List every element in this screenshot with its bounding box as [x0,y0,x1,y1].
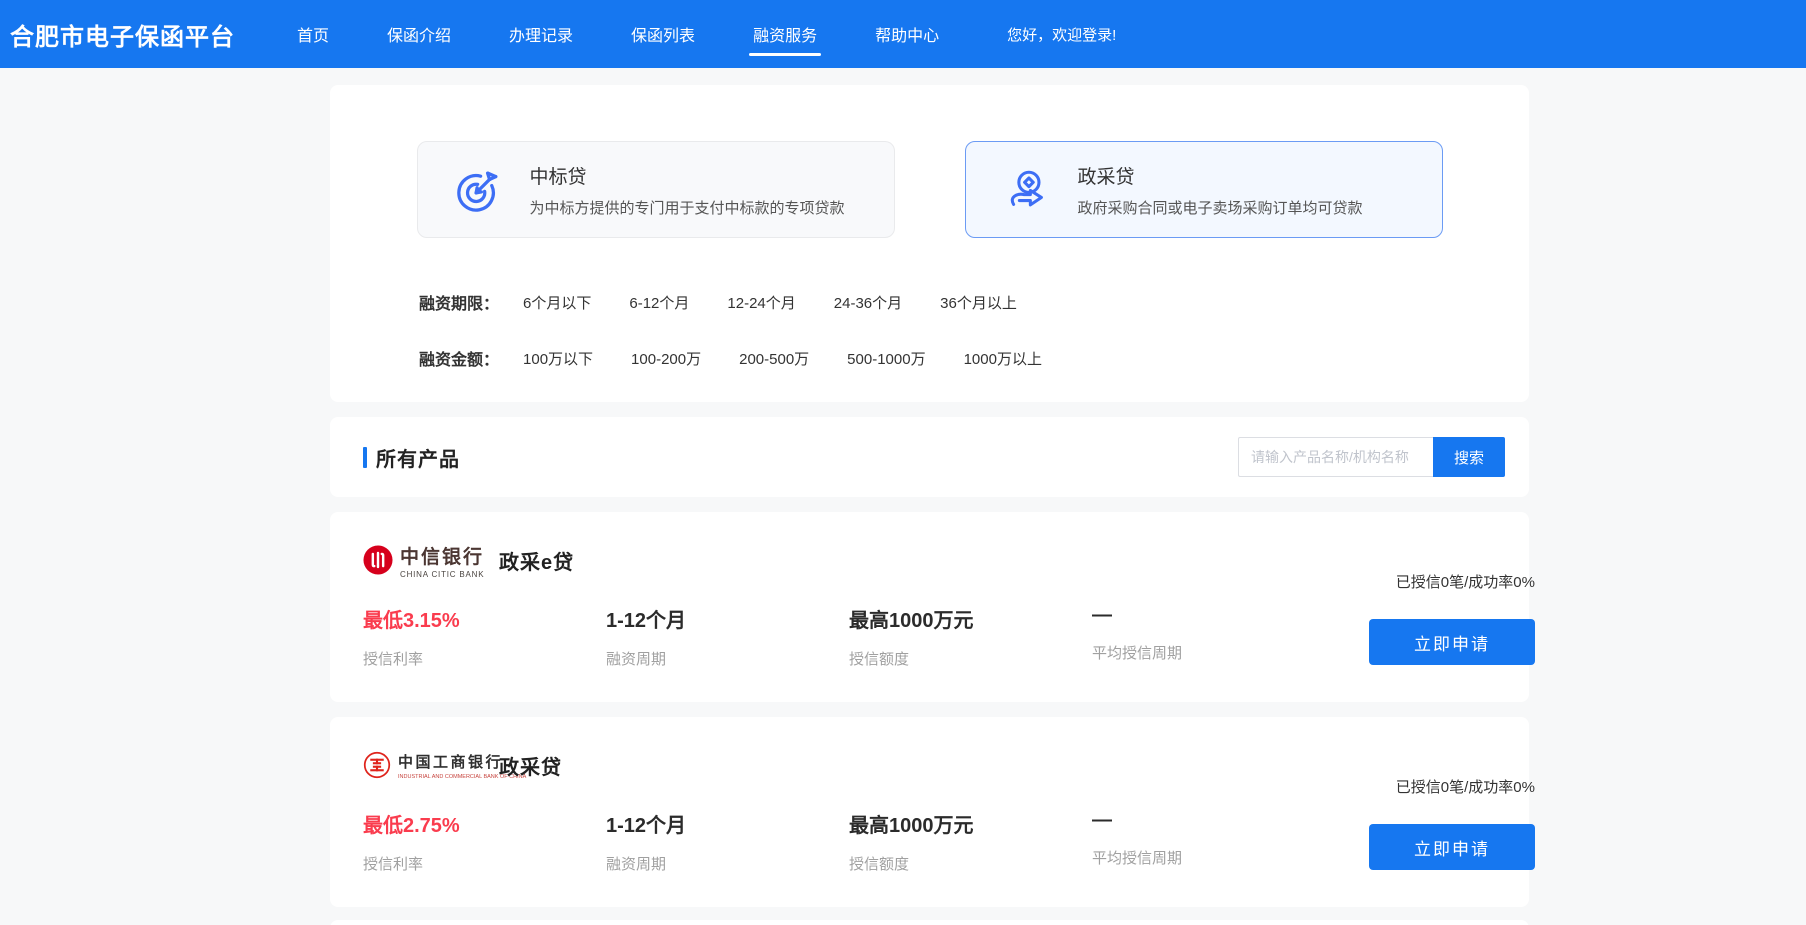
product-card-icbc: 中国工商银行 INDUSTRIAL AND COMMERCIAL BANK OF… [330,717,1529,907]
bank-text: 中信银行 CHINA CITIC BANK [400,542,484,579]
filter-option-term-4[interactable]: 24-36个月 [834,292,902,313]
top-nav: 合肥市电子保函平台 首页 保函介绍 办理记录 保函列表 融资服务 帮助中心 您好… [0,0,1806,68]
product-search: 搜索 [1238,437,1505,477]
loan-type-title: 政采贷 [1078,162,1363,189]
main-nav: 首页 保函介绍 办理记录 保函列表 融资服务 帮助中心 [287,0,987,68]
product-stats: 最低3.15% 授信利率 1-12个月 融资周期 最高1000万元 授信额度 —… [363,604,1335,669]
stat-label-term: 融资周期 [606,853,849,874]
nav-item-guarantee-intro[interactable]: 保函介绍 [377,0,461,68]
search-button[interactable]: 搜索 [1433,437,1505,477]
product-stats: 最低2.75% 授信利率 1-12个月 融资周期 最高1000万元 授信额度 —… [363,809,1335,874]
stat-value-quota: 最高1000万元 [849,809,1092,838]
filter-option-amount-1[interactable]: 100万以下 [523,348,593,369]
loan-type-text: 政采贷 政府采购合同或电子卖场采购订单均可贷款 [1078,162,1363,218]
loan-type-text: 中标贷 为中标方提供的专门用于支付中标款的专项贷款 [530,162,845,218]
product-name: 政采贷 [499,751,562,780]
products-section-header: 所有产品 搜索 [330,417,1529,497]
nav-item-home[interactable]: 首页 [287,0,339,68]
loan-type-selector: 中标贷 为中标方提供的专门用于支付中标款的专项贷款 政采贷 政府采购合同或电子卖… [330,141,1529,238]
product-head: 中信银行 CHINA CITIC BANK 政采e贷 [363,538,1335,582]
target-dart-icon [456,167,502,213]
product-actions: 已授信0笔/成功率0% 立即申请 [1335,538,1535,702]
stat-value-cycle: — [1092,809,1335,832]
product-info: 中国工商银行 INDUSTRIAL AND COMMERCIAL BANK OF… [363,743,1335,907]
filter-option-amount-4[interactable]: 500-1000万 [847,348,925,369]
stat-label-rate: 授信利率 [363,648,606,669]
stat-rate: 最低2.75% 授信利率 [363,809,606,874]
filter-label-term: 融资期限： [419,290,499,314]
stat-quota: 最高1000万元 授信额度 [849,604,1092,669]
product-info: 中信银行 CHINA CITIC BANK 政采e贷 最低3.15% 授信利率 … [363,538,1335,702]
stat-label-cycle: 平均授信周期 [1092,642,1335,663]
apply-now-button[interactable]: 立即申请 [1369,619,1535,665]
page-title: 所有产品 [376,443,460,472]
filter-option-term-2[interactable]: 6-12个月 [629,292,689,313]
stat-value-term: 1-12个月 [606,604,849,633]
loan-type-card-gov-procurement-loan[interactable]: 政采贷 政府采购合同或电子卖场采购订单均可贷款 [965,141,1443,238]
apply-now-button[interactable]: 立即申请 [1369,824,1535,870]
filter-option-term-3[interactable]: 12-24个月 [727,292,795,313]
search-input[interactable] [1238,437,1433,477]
nav-item-records[interactable]: 办理记录 [499,0,583,68]
stat-quota: 最高1000万元 授信额度 [849,809,1092,874]
product-head: 中国工商银行 INDUSTRIAL AND COMMERCIAL BANK OF… [363,743,1335,787]
loan-type-desc: 为中标方提供的专门用于支付中标款的专项贷款 [530,197,845,218]
product-actions: 已授信0笔/成功率0% 立即申请 [1335,743,1535,907]
stat-term: 1-12个月 融资周期 [606,809,849,874]
login-greeting[interactable]: 您好，欢迎登录! [1007,24,1116,45]
nav-item-guarantee-list[interactable]: 保函列表 [621,0,705,68]
stat-label-quota: 授信额度 [849,853,1092,874]
stat-value-rate: 最低3.15% [363,604,606,633]
loan-type-desc: 政府采购合同或电子卖场采购订单均可贷款 [1078,197,1363,218]
stat-value-term: 1-12个月 [606,809,849,838]
loan-type-title: 中标贷 [530,162,845,189]
product-name: 政采e贷 [499,546,574,575]
stat-cycle: — 平均授信周期 [1092,604,1335,669]
stat-cycle: — 平均授信周期 [1092,809,1335,874]
product-card-citic: 中信银行 CHINA CITIC BANK 政采e贷 最低3.15% 授信利率 … [330,512,1529,702]
filter-row-amount: 融资金额： 100万以下 100-200万 200-500万 500-1000万… [419,346,1529,370]
filter-row-term: 融资期限： 6个月以下 6-12个月 12-24个月 24-36个月 36个月以… [419,290,1529,314]
product-card-partial [330,920,1529,925]
grant-summary: 已授信0笔/成功率0% [1396,776,1535,797]
grant-summary: 已授信0笔/成功率0% [1396,571,1535,592]
filter-option-term-1[interactable]: 6个月以下 [523,292,591,313]
citic-emblem-icon [363,545,393,575]
icbc-emblem-icon [363,751,391,779]
filter-option-term-5[interactable]: 36个月以上 [940,292,1017,313]
filter-label-amount: 融资金额： [419,346,499,370]
stat-rate: 最低3.15% 授信利率 [363,604,606,669]
title-accent-bar [363,447,367,468]
icbc-bank-logo: 中国工商银行 INDUSTRIAL AND COMMERCIAL BANK OF… [363,751,479,780]
section-title: 所有产品 [363,443,1238,472]
stat-label-cycle: 平均授信周期 [1092,847,1335,868]
site-brand[interactable]: 合肥市电子保函平台 [10,17,235,52]
financing-filter-panel: 中标贷 为中标方提供的专门用于支付中标款的专项贷款 政采贷 政府采购合同或电子卖… [330,85,1529,402]
stat-label-term: 融资周期 [606,648,849,669]
loan-type-card-bid-loan[interactable]: 中标贷 为中标方提供的专门用于支付中标款的专项贷款 [417,141,895,238]
bank-name: 中信银行 [400,542,484,569]
stat-value-cycle: — [1092,604,1335,627]
hand-coin-icon [1004,167,1050,213]
filter-option-amount-3[interactable]: 200-500万 [739,348,809,369]
filters: 融资期限： 6个月以下 6-12个月 12-24个月 24-36个月 36个月以… [419,290,1529,370]
citic-bank-logo: 中信银行 CHINA CITIC BANK [363,542,479,579]
filter-option-amount-5[interactable]: 1000万以上 [964,348,1042,369]
stat-term: 1-12个月 融资周期 [606,604,849,669]
stat-label-quota: 授信额度 [849,648,1092,669]
nav-item-help-center[interactable]: 帮助中心 [865,0,949,68]
stat-value-rate: 最低2.75% [363,809,606,838]
page-container: 中标贷 为中标方提供的专门用于支付中标款的专项贷款 政采贷 政府采购合同或电子卖… [330,85,1529,925]
stat-value-quota: 最高1000万元 [849,604,1092,633]
stat-label-rate: 授信利率 [363,853,606,874]
bank-name-en: CHINA CITIC BANK [400,570,484,579]
filter-option-amount-2[interactable]: 100-200万 [631,348,701,369]
nav-item-financing-active[interactable]: 融资服务 [743,0,827,68]
